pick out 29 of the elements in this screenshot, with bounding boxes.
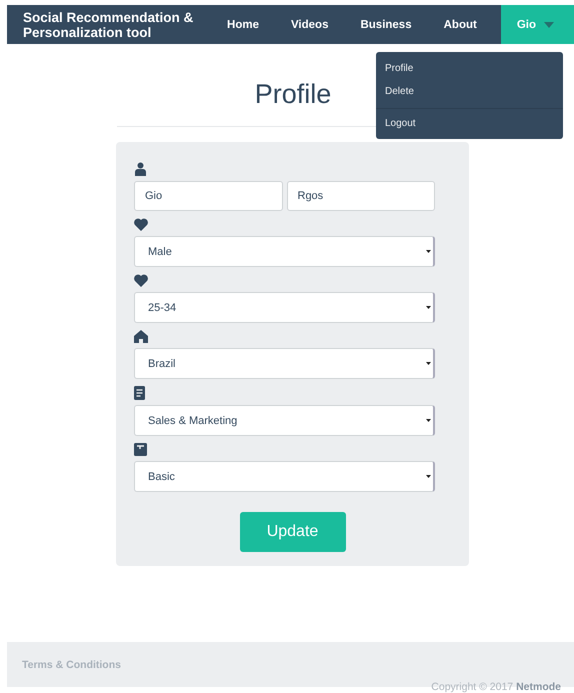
select-field[interactable]: Sales & Marketing — [134, 405, 435, 436]
text-field[interactable]: Rgos — [286, 181, 435, 211]
nav-link[interactable]: About — [428, 5, 493, 44]
caret-icon — [426, 250, 431, 253]
nav-link[interactable]: Videos — [274, 5, 344, 44]
brand-title[interactable]: Social Recommendation & Personalization tool — [7, 10, 204, 40]
menu-item[interactable]: Profile — [376, 57, 563, 80]
select-field[interactable]: Basic — [134, 461, 435, 492]
menu-item[interactable]: Delete — [376, 80, 563, 103]
heart-icon — [134, 274, 148, 287]
nav-link[interactable]: Home — [211, 5, 275, 44]
caret-icon — [544, 22, 554, 28]
caret-icon — [426, 306, 431, 309]
select-field[interactable]: 25-34 — [134, 292, 435, 323]
select-field[interactable]: Male — [134, 236, 435, 267]
caret-icon — [426, 419, 431, 422]
home-icon — [134, 330, 148, 343]
nav-link[interactable]: Business — [344, 5, 428, 44]
menu-item[interactable]: Logout — [376, 108, 563, 135]
text-field[interactable]: Gio — [134, 181, 282, 211]
document-icon — [134, 386, 145, 400]
caret-icon — [426, 362, 431, 365]
user-icon — [134, 162, 147, 176]
heart-icon — [134, 218, 148, 231]
page-title: Profile — [254, 78, 332, 111]
caret-icon — [426, 475, 431, 478]
book-icon — [134, 443, 147, 456]
select-field[interactable]: Brazil — [134, 348, 435, 379]
copyright-text: Copyright © 2017 Netmode — [431, 681, 561, 693]
